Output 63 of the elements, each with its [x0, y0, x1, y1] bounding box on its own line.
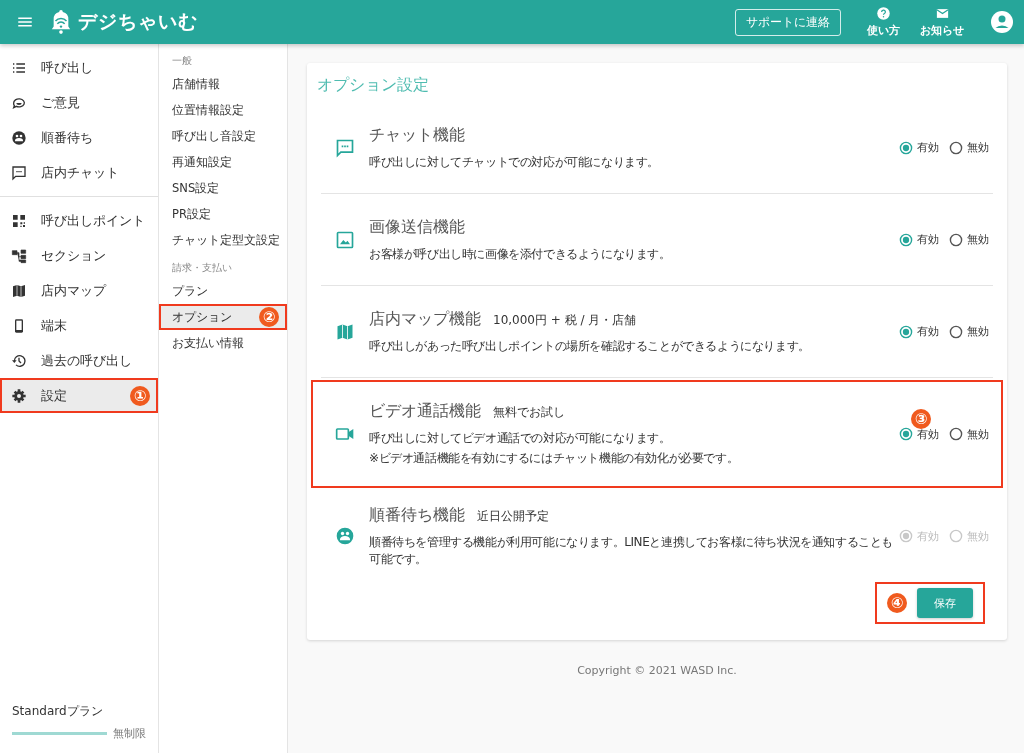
radio-option[interactable]: 有効: [899, 140, 939, 155]
option-title: ビデオ通話機能: [369, 401, 481, 422]
submenu-item[interactable]: 再通知設定: [159, 149, 287, 175]
option-title: チャット機能: [369, 124, 465, 146]
radio-option[interactable]: 有効: [899, 232, 939, 247]
submenu-item[interactable]: 店舗情報: [159, 71, 287, 97]
sidebar-item[interactable]: 店内チャット: [0, 155, 158, 190]
callout-number: ④: [887, 593, 907, 613]
radio-option[interactable]: 有効: [899, 426, 939, 442]
map-icon: [11, 282, 27, 299]
option-description: ※ビデオ通話機能を有効にするにはチャット機能の有効化が必要です。: [369, 450, 740, 467]
chat-icon: [11, 164, 27, 181]
plan-usage-reading: 無制限: [113, 726, 146, 741]
radio-option: 有効: [899, 528, 939, 544]
submenu-item[interactable]: 呼び出し音設定: [159, 123, 287, 149]
radio-option[interactable]: 無効: [949, 324, 989, 339]
radio-option: 無効: [949, 528, 989, 544]
sidebar-item[interactable]: 過去の呼び出し: [0, 343, 158, 378]
radio-option[interactable]: 無効: [949, 140, 989, 155]
option-note: 近日公開予定: [477, 507, 549, 525]
option-description: 呼び出しに対してチャットでの対応が可能になります。: [369, 153, 660, 171]
option-title: 画像送信機能: [369, 216, 465, 238]
gear-icon: [11, 387, 27, 404]
sidebar-item[interactable]: 順番待ち: [0, 120, 158, 155]
option-title: 店内マップ機能: [369, 308, 481, 330]
sidebar-item[interactable]: 呼び出し: [0, 50, 158, 85]
history-icon: [11, 352, 27, 369]
submenu-item[interactable]: 位置情報設定: [159, 97, 287, 123]
sidebar-item[interactable]: ご意見: [0, 85, 158, 120]
radio-option[interactable]: 無効: [949, 426, 989, 442]
submenu-heading: 一般: [171, 54, 193, 68]
help-icon: [876, 6, 891, 21]
callout-number: ③: [911, 408, 931, 429]
chat-icon: [335, 137, 355, 158]
submenu-heading: 請求・支払い: [171, 261, 233, 275]
option-description: お客様が呼び出し時に画像を添付できるようになります。: [369, 245, 672, 263]
mail-icon: [934, 6, 950, 21]
image-icon: [335, 229, 355, 250]
account-icon[interactable]: [990, 10, 1014, 34]
option-description: 順番待ちを管理する機能が利用可能になります。LINEと連携してお客様に待ち状況を通知することも可能です。: [369, 533, 894, 568]
app-logo: デジちゃいむ: [78, 9, 198, 34]
sidebar-item[interactable]: セクション: [0, 238, 158, 273]
submenu-item[interactable]: SNS設定: [159, 175, 287, 201]
copyright-text: Copyright © 2021 WASD Inc.: [577, 664, 737, 677]
radio-option[interactable]: 有効: [899, 324, 939, 339]
option-description: 呼び出しがあった呼び出しポイントの場所を確認することができるようになります。: [369, 337, 811, 355]
option-note: 無料でお試し: [493, 404, 565, 421]
submenu-item[interactable]: プラン: [159, 278, 287, 304]
submenu-item[interactable]: PR設定: [159, 201, 287, 227]
submenu-item[interactable]: お支払い情報: [159, 330, 287, 356]
plan-name: Standardプラン: [12, 703, 104, 720]
sidebar-item[interactable]: 呼び出しポイント: [0, 203, 158, 238]
sidebar-item[interactable]: 端末: [0, 308, 158, 343]
qr-icon: [11, 212, 27, 229]
sidebar-item[interactable]: 店内マップ: [0, 273, 158, 308]
bell-logo-icon: [50, 9, 72, 35]
radio-option[interactable]: 無効: [949, 232, 989, 247]
option-title: 順番待ち機能: [369, 504, 465, 526]
option-note: 10,000円 + 税 / 月・店舗: [493, 311, 637, 329]
submenu-item[interactable]: チャット定型文設定: [159, 227, 287, 253]
card-title: オプション設定: [317, 75, 430, 96]
option-description: 呼び出しに対してビデオ通話での対応が可能になります。: [369, 430, 672, 447]
tree-icon: [11, 247, 27, 264]
